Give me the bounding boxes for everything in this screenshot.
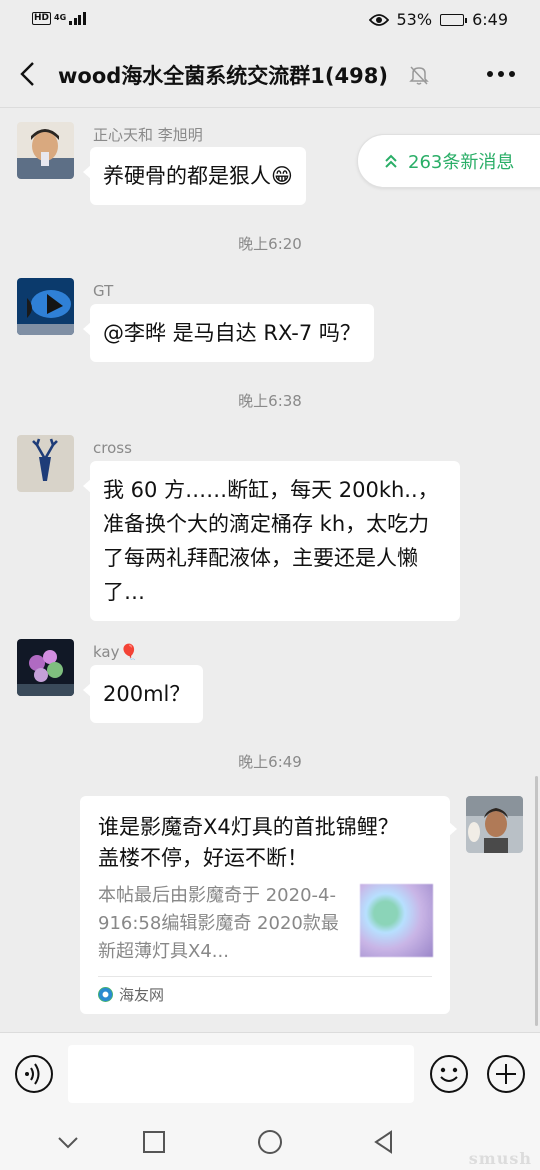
new-messages-label: 263条新消息 xyxy=(408,152,515,173)
link-card-description: 本帖最后由影魔奇于 2020-4-916:58编辑影魔奇 2020款最新超薄灯具… xyxy=(98,885,339,962)
status-bar: HD 4G 53% 6:49 xyxy=(0,0,540,40)
eye-icon xyxy=(368,13,389,26)
battery-percent: 53% xyxy=(396,10,433,29)
plus-icon[interactable] xyxy=(486,1054,526,1094)
more-dots-icon[interactable] xyxy=(486,70,516,78)
message-bubble[interactable]: 我 60 方……断缸，每天 200kh..，准备换个大的滴定桶存 kh，太吃力了… xyxy=(83,461,460,621)
sender-name: kay🎈 xyxy=(93,643,139,661)
avatar[interactable] xyxy=(17,639,74,696)
link-card[interactable]: 谁是影魔奇X4灯具的首批锦鲤？盖楼不停，好运不断！ 本帖最后由影魔奇于 2020… xyxy=(80,796,457,1014)
chevron-left-icon[interactable] xyxy=(16,60,40,88)
chat-title: wood海水全菌系统交流群1(498) xyxy=(58,64,388,88)
chevron-down-icon[interactable] xyxy=(55,1129,81,1155)
chat-header: wood海水全菌系统交流群1(498) xyxy=(0,40,540,108)
sender-name: 正心天和 李旭明 xyxy=(93,126,203,144)
voice-icon[interactable] xyxy=(14,1054,54,1094)
circle-icon[interactable] xyxy=(257,1129,283,1155)
hd-indicator: HD xyxy=(32,11,52,25)
watermark: smush xyxy=(468,1149,532,1168)
scrollbar[interactable] xyxy=(535,776,538,1026)
bell-off-icon xyxy=(409,66,429,85)
emoji-icon[interactable] xyxy=(429,1054,469,1094)
triangle-back-icon[interactable] xyxy=(371,1129,397,1155)
message-bubble[interactable]: @李晔 是马自达 RX-7 吗？ xyxy=(83,304,374,362)
avatar[interactable] xyxy=(17,122,74,179)
sender-name: cross xyxy=(93,439,132,457)
status-left: HD 4G xyxy=(32,11,86,25)
my-avatar[interactable] xyxy=(466,796,523,853)
clock: 6:49 xyxy=(472,10,508,29)
system-nav-bar: smush xyxy=(0,1114,540,1170)
input-bar xyxy=(0,1032,540,1114)
timestamp: 晚上6:20 xyxy=(238,235,302,253)
avatar[interactable] xyxy=(17,435,74,492)
signal-icon xyxy=(69,11,86,25)
link-card-source: 海友网 xyxy=(98,984,164,1005)
double-chevron-up-icon xyxy=(385,154,397,168)
timestamp: 晚上6:49 xyxy=(238,753,302,771)
battery-icon xyxy=(440,13,468,26)
message-bubble[interactable]: 200ml？ xyxy=(82,665,204,723)
avatar[interactable] xyxy=(17,278,74,335)
message-list[interactable]: 正心天和 李旭明 养硬骨的都是狠人😁 263条新消息 晚上6:20 GT @李晔… xyxy=(0,108,540,1032)
sender-name: GT xyxy=(93,282,114,300)
timestamp: 晚上6:38 xyxy=(238,392,302,410)
status-right: 53% 6:49 xyxy=(368,10,508,29)
link-card-source-label: 海友网 xyxy=(119,986,165,1004)
message-bubble[interactable]: 养硬骨的都是狠人😁 xyxy=(83,147,306,205)
link-card-thumbnail xyxy=(360,884,433,957)
network-indicator: 4G xyxy=(54,13,67,22)
link-card-title: 谁是影魔奇X4灯具的首批锦鲤？盖楼不停，好运不断！ xyxy=(98,815,399,870)
site-logo-icon xyxy=(98,987,113,1002)
message-input[interactable] xyxy=(68,1045,414,1103)
divider xyxy=(98,976,432,977)
square-icon[interactable] xyxy=(141,1129,167,1155)
new-messages-button[interactable]: 263条新消息 xyxy=(357,134,540,188)
